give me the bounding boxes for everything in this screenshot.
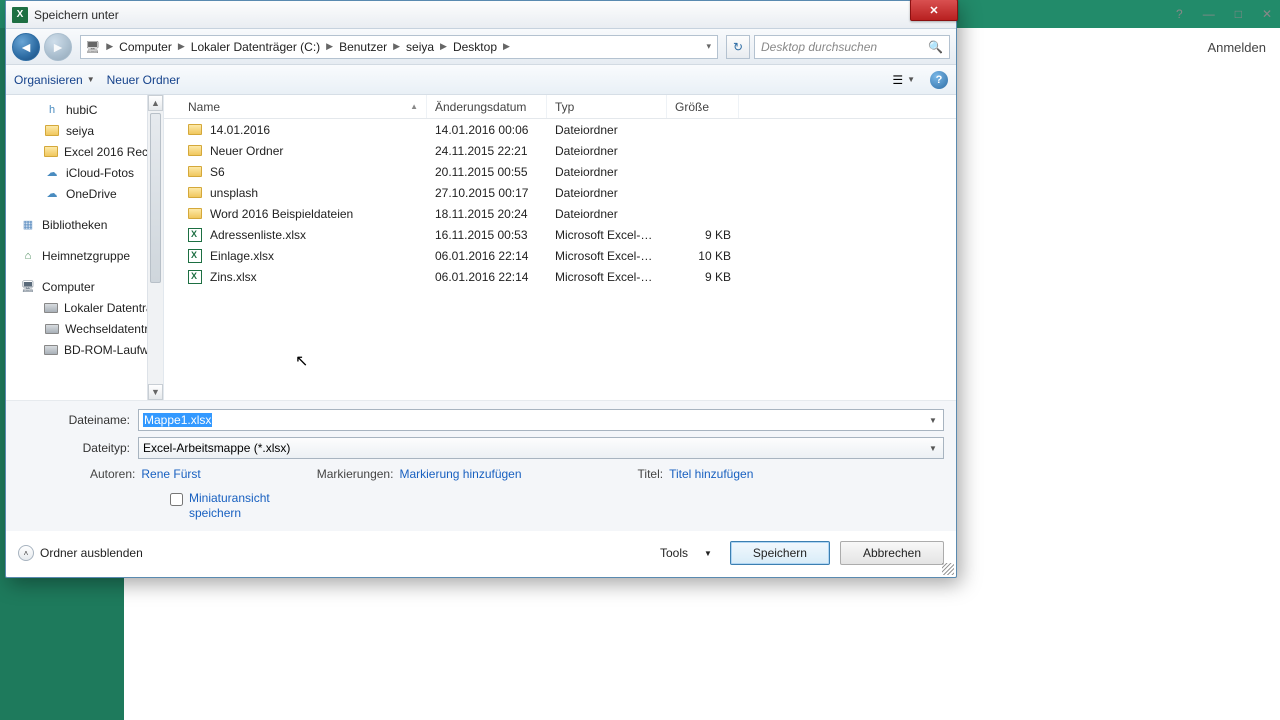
- view-mode-button[interactable]: ☰ ▼: [885, 70, 922, 90]
- tree-scrollbar[interactable]: ▲ ▼: [147, 95, 163, 400]
- tree-item[interactable]: ☁iCloud-Fotos: [6, 162, 163, 183]
- tree-drive[interactable]: Lokaler Datenträg: [6, 297, 163, 318]
- col-name[interactable]: Name▲: [164, 95, 427, 118]
- excel-icon: X: [12, 7, 28, 23]
- search-placeholder: Desktop durchsuchen: [761, 40, 877, 54]
- col-date[interactable]: Änderungsdatum: [427, 95, 547, 118]
- refresh-button[interactable]: ↻: [726, 35, 750, 59]
- filetype-select[interactable]: Excel-Arbeitsmappe (*.xlsx) ▼: [138, 437, 944, 459]
- close-button[interactable]: ✕: [910, 0, 958, 21]
- breadcrumb-item[interactable]: Desktop: [449, 40, 501, 54]
- breadcrumb-item[interactable]: Benutzer: [335, 40, 391, 54]
- col-type[interactable]: Typ: [547, 95, 667, 118]
- filetype-value: Excel-Arbeitsmappe (*.xlsx): [143, 441, 290, 455]
- chevron-up-icon: ˄: [18, 545, 34, 561]
- save-as-dialog: X Speichern unter ✕ ◄ ► 🖥▶ Computer▶ Lok…: [5, 0, 957, 578]
- bg-close-icon[interactable]: ✕: [1262, 7, 1272, 21]
- bg-minimize-icon[interactable]: —: [1203, 7, 1215, 21]
- chevron-down-icon: ▼: [87, 75, 95, 84]
- title-label: Titel:: [638, 467, 664, 481]
- save-button[interactable]: Speichern: [730, 541, 830, 565]
- folder-icon: [188, 145, 202, 156]
- tree-item[interactable]: ☁OneDrive: [6, 183, 163, 204]
- tree-network[interactable]: ⌂Heimnetzgruppe: [6, 245, 163, 266]
- search-icon: 🔍: [928, 40, 943, 54]
- list-header[interactable]: Name▲ Änderungsdatum Typ Größe: [164, 95, 956, 119]
- organize-menu[interactable]: Organisieren ▼: [14, 73, 95, 87]
- bottom-panel: Dateiname: Mappe1.xlsx ▼ Dateityp: Excel…: [6, 400, 956, 531]
- thumbnail-checkbox[interactable]: [170, 493, 183, 506]
- tree-drive[interactable]: BD-ROM-Laufwe: [6, 339, 163, 360]
- folder-icon: [188, 187, 202, 198]
- breadcrumb-item[interactable]: Lokaler Datenträger (C:): [187, 40, 324, 54]
- chevron-down-icon: ▼: [907, 75, 915, 84]
- forward-button[interactable]: ►: [44, 33, 72, 61]
- list-item[interactable]: 14.01.201614.01.2016 00:06Dateiordner: [164, 119, 956, 140]
- breadcrumb-item[interactable]: seiya: [402, 40, 438, 54]
- title-value[interactable]: Titel hinzufügen: [669, 467, 753, 481]
- nav-bar: ◄ ► 🖥▶ Computer▶ Lokaler Datenträger (C:…: [6, 29, 956, 65]
- list-item[interactable]: Word 2016 Beispieldateien18.11.2015 20:2…: [164, 203, 956, 224]
- list-view-icon: ☰: [892, 73, 903, 87]
- dialog-footer: ˄ Ordner ausblenden Tools ▼ Speichern Ab…: [6, 531, 956, 577]
- computer-icon: 🖥: [81, 40, 104, 54]
- breadcrumb-item[interactable]: Computer: [115, 40, 176, 54]
- tree-item[interactable]: Excel 2016 Rechn: [6, 141, 163, 162]
- chevron-down-icon[interactable]: ▼: [925, 412, 941, 428]
- list-item[interactable]: S620.11.2015 00:55Dateiordner: [164, 161, 956, 182]
- authors-label: Autoren:: [90, 467, 135, 481]
- authors-value[interactable]: Rene Fürst: [141, 467, 200, 481]
- folder-icon: [188, 124, 202, 135]
- scroll-up-icon[interactable]: ▲: [148, 95, 163, 111]
- help-button[interactable]: ?: [930, 71, 948, 89]
- excel-file-icon: [188, 228, 202, 242]
- tree-item[interactable]: seiya: [6, 120, 163, 141]
- filename-value: Mappe1.xlsx: [143, 413, 212, 427]
- dialog-title-bar: X Speichern unter ✕: [6, 1, 956, 29]
- tools-menu[interactable]: Tools ▼: [660, 546, 712, 560]
- tags-value[interactable]: Markierung hinzufügen: [399, 467, 521, 481]
- scroll-thumb[interactable]: [150, 113, 161, 283]
- list-item[interactable]: unsplash27.10.2015 00:17Dateiordner: [164, 182, 956, 203]
- back-button[interactable]: ◄: [12, 33, 40, 61]
- chevron-down-icon[interactable]: ▼: [925, 440, 941, 456]
- folder-icon: [188, 208, 202, 219]
- list-rows[interactable]: 14.01.201614.01.2016 00:06DateiordnerNeu…: [164, 119, 956, 400]
- breadcrumb-dropdown-icon[interactable]: ▾: [704, 41, 717, 52]
- list-item[interactable]: Zins.xlsx06.01.2016 22:14Microsoft Excel…: [164, 266, 956, 287]
- new-folder-button[interactable]: Neuer Ordner: [107, 73, 180, 87]
- filename-input[interactable]: Mappe1.xlsx ▼: [138, 409, 944, 431]
- file-list: Name▲ Änderungsdatum Typ Größe 14.01.201…: [164, 95, 956, 400]
- search-input[interactable]: Desktop durchsuchen 🔍: [754, 35, 950, 59]
- filename-label: Dateiname:: [18, 413, 138, 427]
- toolbar: Organisieren ▼ Neuer Ordner ☰ ▼ ?: [6, 65, 956, 95]
- folder-tree[interactable]: hhubiC seiya Excel 2016 Rechn ☁iCloud-Fo…: [6, 95, 164, 400]
- resize-grip[interactable]: [942, 563, 954, 575]
- filetype-label: Dateityp:: [18, 441, 138, 455]
- dialog-title: Speichern unter: [34, 8, 119, 22]
- col-size[interactable]: Größe: [667, 95, 739, 118]
- excel-file-icon: [188, 270, 202, 284]
- cancel-button[interactable]: Abbrechen: [840, 541, 944, 565]
- thumbnail-label[interactable]: Miniaturansichtspeichern: [189, 491, 270, 521]
- bg-help-icon[interactable]: ?: [1176, 7, 1183, 21]
- login-link[interactable]: Anmelden: [1207, 40, 1266, 55]
- list-item[interactable]: Neuer Ordner24.11.2015 22:21Dateiordner: [164, 140, 956, 161]
- tree-drive[interactable]: Wechseldatenträ: [6, 318, 163, 339]
- dialog-body: hhubiC seiya Excel 2016 Rechn ☁iCloud-Fo…: [6, 95, 956, 400]
- tree-computer[interactable]: 🖥Computer: [6, 276, 163, 297]
- list-item[interactable]: Einlage.xlsx06.01.2016 22:14Microsoft Ex…: [164, 245, 956, 266]
- hide-folders-button[interactable]: ˄ Ordner ausblenden: [18, 545, 143, 561]
- list-item[interactable]: Adressenliste.xlsx16.11.2015 00:53Micros…: [164, 224, 956, 245]
- excel-file-icon: [188, 249, 202, 263]
- tags-label: Markierungen:: [317, 467, 394, 481]
- tree-libraries[interactable]: ▦Bibliotheken: [6, 214, 163, 235]
- breadcrumb[interactable]: 🖥▶ Computer▶ Lokaler Datenträger (C:)▶ B…: [80, 35, 718, 59]
- tree-item[interactable]: hhubiC: [6, 99, 163, 120]
- folder-icon: [188, 166, 202, 177]
- scroll-down-icon[interactable]: ▼: [148, 384, 163, 400]
- bg-maximize-icon[interactable]: □: [1235, 7, 1242, 21]
